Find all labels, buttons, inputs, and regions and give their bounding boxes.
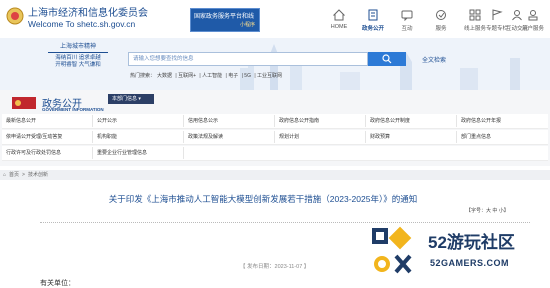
gov-link[interactable]: 政府信息公开制度 — [366, 115, 457, 127]
gov-link[interactable]: 依申请公开受理/互动答复 — [2, 131, 93, 143]
publish-date: 【 发布日期：2023-11-07 】 — [240, 264, 310, 270]
full-text-search-link[interactable]: 全文检索 — [422, 55, 446, 64]
home-icon — [333, 9, 345, 21]
search-button[interactable] — [368, 52, 406, 66]
site-logo-icon[interactable] — [6, 7, 24, 25]
gov-link[interactable]: 机构职能 — [93, 131, 184, 143]
gov-link[interactable]: 财政预算 — [366, 131, 457, 143]
gov-link[interactable]: 信用信息公示 — [184, 115, 275, 127]
breadcrumb-item[interactable]: 技术创新 — [28, 172, 48, 178]
hotword[interactable]: 大数据 — [157, 73, 172, 79]
watermark: 52游玩社区 52GAMERS.COM — [372, 222, 550, 286]
site-name-en: Welcome To shetc.sh.gov.cn — [28, 19, 136, 29]
gov-link-row: 依申请公开受理/互动答复 机构职能 政策法规及解读 规划计划 财政预算 部门重点… — [2, 130, 548, 145]
document-icon — [368, 9, 378, 21]
banner-line2: 小程序 — [239, 22, 255, 28]
service-icon — [436, 10, 446, 20]
city-slogan: 上海城市精神 海纳百川 追求卓越 开明睿智 大气谦和 — [48, 44, 108, 69]
gov-link[interactable]: 规划计划 — [275, 131, 366, 143]
hotword[interactable]: 互联网+ — [178, 73, 196, 79]
site-title[interactable]: 上海市经济和信息化委员会 Welcome To shetc.sh.gov.cn — [28, 8, 148, 30]
gov-link[interactable]: 重要企业行业管理信息 — [93, 147, 184, 159]
gamepad-logo-icon — [372, 226, 412, 274]
nav-service[interactable]: 服务 — [424, 0, 458, 38]
gov-link-row: 行政许可及行政处罚信息 重要企业行业管理信息 — [2, 146, 548, 161]
breadcrumb: ⌂ 首页 > 技术创新 — [0, 170, 550, 180]
site-name-cn: 上海市经济和信息化委员会 — [28, 8, 148, 19]
hotword[interactable]: 人工智能 — [202, 73, 222, 79]
promo-banner[interactable]: 国家政务服务平台和线 小程序 — [190, 8, 260, 32]
slogan-line2: 开明睿智 大气谦和 — [55, 62, 101, 68]
nav-home[interactable]: HOME — [322, 0, 356, 38]
nav-gov-info[interactable]: 政务公开 — [356, 0, 390, 38]
breadcrumb-item[interactable]: 首页 — [9, 172, 19, 178]
gov-link-row: 最新信息公开 公开公示 信用信息公示 政府信息公开指南 政府信息公开制度 政府信… — [2, 114, 548, 129]
slogan-line1: 海纳百川 追求卓越 — [55, 55, 101, 61]
hotword[interactable]: 5G — [244, 73, 251, 79]
user-icon — [528, 10, 538, 21]
font-size-control[interactable]: 【字号：大 中 小】 — [466, 207, 509, 214]
hotwords-label: 热门搜索： — [130, 73, 156, 79]
search-icon — [382, 54, 392, 64]
chat-icon — [401, 10, 413, 21]
chevron-down-icon: ▾ — [138, 96, 141, 102]
gov-link[interactable]: 行政许可及行政处罚信息 — [2, 147, 93, 159]
emblem-icon — [12, 97, 36, 109]
article-title: 关于印发《上海市推动人工智能大模型创新发展若干措施（2023-2025年）》的通… — [108, 194, 418, 204]
gov-subtitle: GOVERMENT INFORMATION — [42, 107, 104, 112]
gov-link[interactable]: 政府信息公开年报 — [457, 115, 548, 127]
nav-user-service[interactable]: 用户服务 — [516, 0, 550, 38]
recipient-line: 有关单位： — [40, 280, 75, 287]
department-dropdown[interactable]: 本部门信息 ▾ — [108, 94, 154, 104]
banner-line1: 国家政务服务平台和线 — [194, 14, 255, 20]
watermark-en: 52GAMERS.COM — [430, 258, 510, 268]
gov-link[interactable]: 政策法规及解读 — [184, 131, 275, 143]
hot-search-words: 热门搜索： 大数据 | 互联网+ | 人工智能 | 电子 | 5G | 工业互联网 — [130, 73, 283, 79]
home-icon[interactable]: ⌂ — [3, 172, 6, 178]
hotword[interactable]: 电子 — [228, 73, 238, 79]
nav-interact[interactable]: 互动 — [390, 0, 424, 38]
top-bar: 上海市经济和信息化委员会 Welcome To shetc.sh.gov.cn … — [0, 0, 550, 39]
hotword[interactable]: 工业互联网 — [257, 73, 282, 79]
gov-link[interactable]: 公开公示 — [93, 115, 184, 127]
gov-link[interactable]: 政府信息公开指南 — [275, 115, 366, 127]
gov-link[interactable]: 最新信息公开 — [2, 115, 93, 127]
search-input[interactable]: 请输入您想要查找的信息 — [128, 52, 368, 66]
watermark-cn: 52游玩社区 — [428, 233, 515, 252]
gov-link[interactable]: 部门重点信息 — [457, 131, 548, 143]
slogan-title: 上海城市精神 — [48, 44, 108, 53]
